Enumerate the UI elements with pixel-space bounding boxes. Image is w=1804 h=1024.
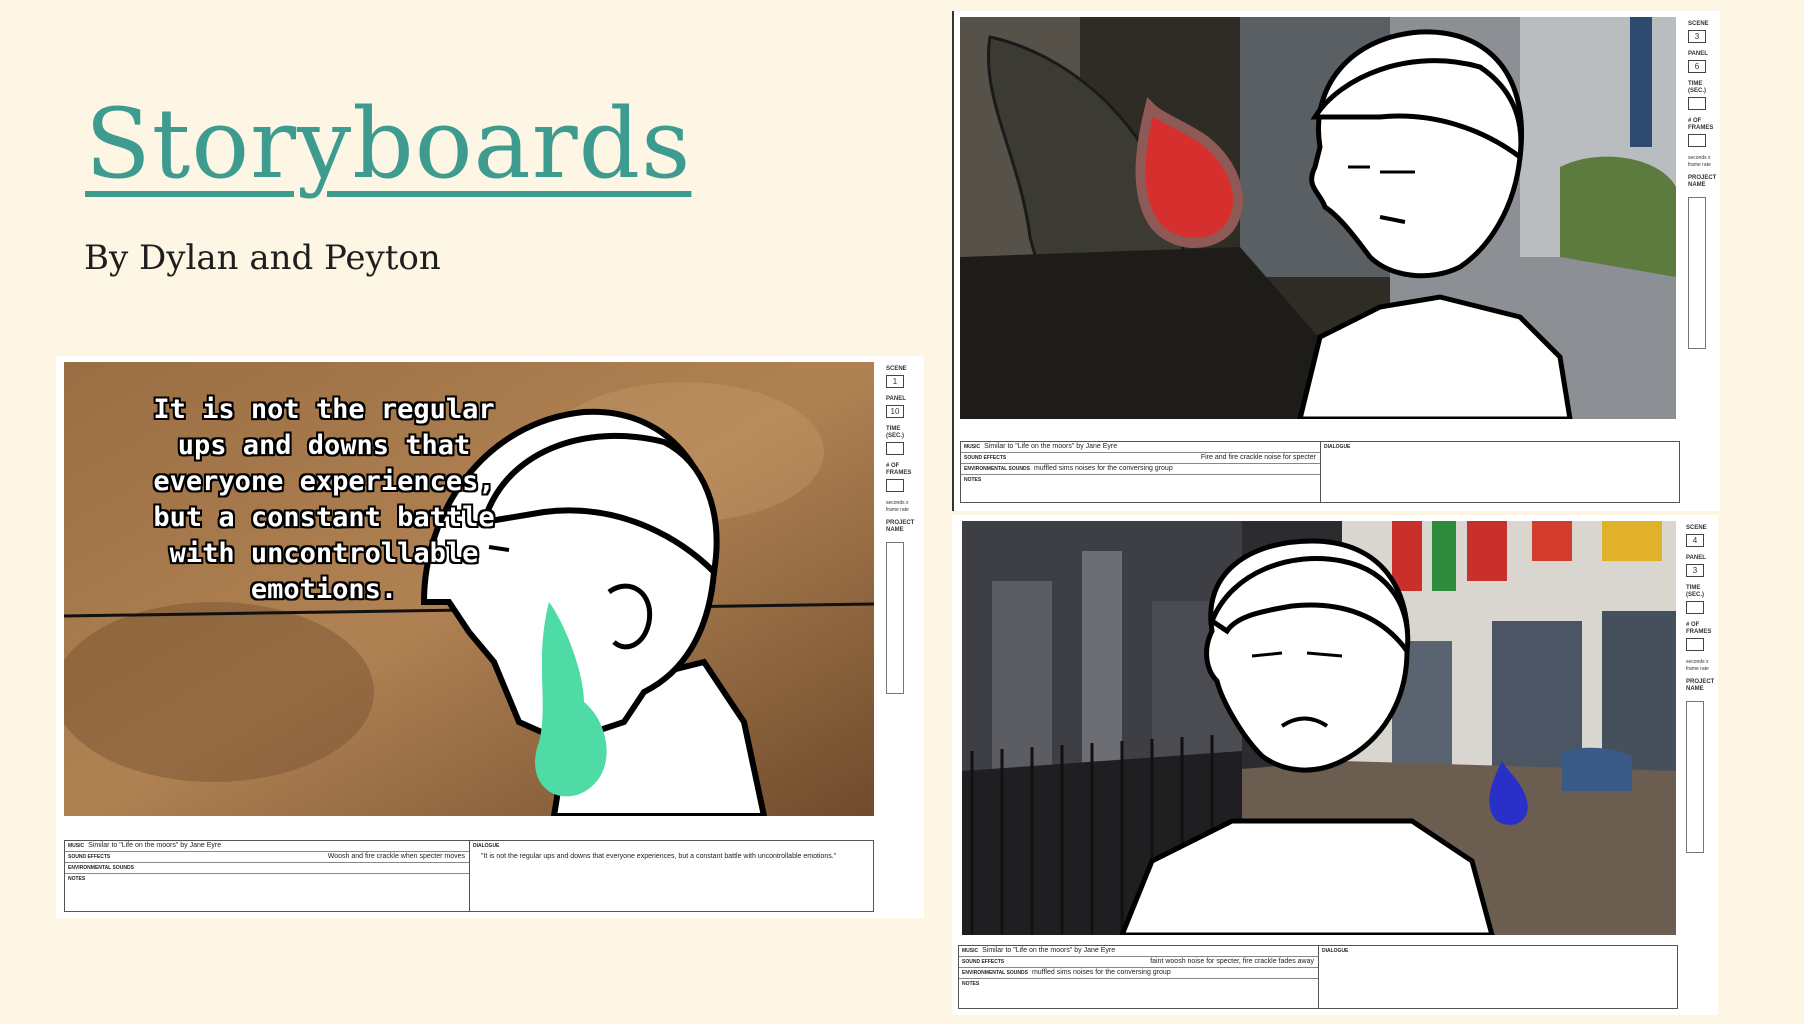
- panel-number: 3: [1686, 564, 1704, 577]
- music-value: Similar to "Life on the moors" by Jane E…: [88, 842, 222, 849]
- scene-number: 3: [1688, 30, 1706, 43]
- environmental-label: ENVIRONMENTAL SOUNDS: [964, 466, 1030, 472]
- storyboard-panel-3: SCENE 4 PANEL 3 TIME (SEC.) # OF FRAMES …: [952, 515, 1718, 1015]
- panel-illustration: [962, 521, 1676, 935]
- music-value: Similar to "Life on the moors" by Jane E…: [984, 443, 1118, 450]
- music-value: Similar to "Life on the moors" by Jane E…: [982, 947, 1116, 954]
- environmental-label: ENVIRONMENTAL SOUNDS: [962, 970, 1028, 976]
- music-label: MUSIC: [964, 444, 981, 450]
- frames-note: seconds x frame rate: [886, 500, 909, 513]
- dialogue-label: DIALOGUE: [473, 843, 500, 849]
- sound-effects-value: faint woosh noise for specter, fire crac…: [1150, 958, 1314, 965]
- frames-label: # OF FRAMES: [1688, 118, 1714, 131]
- dialogue-value: [1320, 452, 1679, 456]
- environmental-label: ENVIRONMENTAL SOUNDS: [68, 865, 134, 871]
- notes-label: NOTES: [68, 876, 86, 882]
- panel-illustration: It is not the regular ups and downs that…: [64, 362, 874, 816]
- panel-illustration: [960, 17, 1676, 419]
- scene-number: 1: [886, 375, 904, 388]
- dialogue-label: DIALOGUE: [1324, 444, 1351, 450]
- notes-label: NOTES: [964, 477, 982, 483]
- project-box: [1688, 197, 1706, 349]
- time-box: [886, 442, 904, 455]
- environmental-value: muffled sims noises for the conversing g…: [1033, 465, 1173, 472]
- frames-box: [886, 479, 904, 492]
- panel-number: 10: [886, 405, 904, 418]
- frames-box: [1686, 638, 1704, 651]
- panel-info-sidebar: SCENE 4 PANEL 3 TIME (SEC.) # OF FRAMES …: [1686, 525, 1715, 853]
- time-box: [1686, 601, 1704, 614]
- time-label: TIME (SEC.): [1688, 81, 1706, 94]
- panel-notes-table: MUSIC Similar to "Life on the moors" by J…: [958, 945, 1678, 1009]
- scene-label: SCENE: [886, 366, 907, 372]
- scene-label: SCENE: [1686, 525, 1707, 531]
- panel-label: PANEL: [1686, 555, 1706, 561]
- panel-number: 6: [1688, 60, 1706, 73]
- frames-note: seconds x frame rate: [1688, 155, 1711, 168]
- project-label: PROJECT NAME: [1686, 679, 1715, 692]
- panel-notes-table: MUSIC Similar to "Life on the moors" by J…: [960, 441, 1680, 503]
- project-box: [886, 542, 904, 694]
- sound-effects-label: SOUND EFFECTS: [68, 854, 111, 860]
- frames-label: # OF FRAMES: [886, 463, 912, 476]
- time-label: TIME (SEC.): [886, 426, 904, 439]
- notes-label: NOTES: [962, 981, 980, 987]
- music-label: MUSIC: [962, 948, 979, 954]
- sound-effects-value: Fire and fire crackle noise for specter: [1200, 454, 1316, 461]
- dialogue-label: DIALOGUE: [1322, 948, 1349, 954]
- dialogue-value: "It is not the regular ups and downs tha…: [481, 853, 837, 860]
- project-box: [1686, 701, 1704, 853]
- environmental-value: muffled sims noises for the conversing g…: [1031, 969, 1171, 976]
- time-label: TIME (SEC.): [1686, 585, 1704, 598]
- panel-info-sidebar: SCENE 1 PANEL 10 TIME (SEC.) # OF FRAMES…: [886, 366, 914, 694]
- storyboard-panel-1: It is not the regular ups and downs that…: [56, 356, 924, 918]
- panel-info-sidebar: SCENE 3 PANEL 6 TIME (SEC.) # OF FRAMES …: [1688, 21, 1717, 349]
- frames-label: # OF FRAMES: [1686, 622, 1712, 635]
- sound-effects-value: Woosh and fire crackle when specter move…: [327, 853, 465, 860]
- storyboard-panel-2: SCENE 3 PANEL 6 TIME (SEC.) # OF FRAMES …: [952, 11, 1720, 511]
- dialogue-value: [1318, 956, 1677, 960]
- time-box: [1688, 97, 1706, 110]
- frames-note: seconds x frame rate: [1686, 659, 1709, 672]
- panel-notes-table: MUSIC Similar to "Life on the moors" by J…: [64, 840, 874, 912]
- illustration-svg: [962, 521, 1676, 935]
- music-label: MUSIC: [68, 843, 85, 849]
- panel-label: PANEL: [886, 396, 906, 402]
- slide-title: Storyboards: [85, 88, 692, 200]
- scene-number: 4: [1686, 534, 1704, 547]
- panel-label: PANEL: [1688, 51, 1708, 57]
- scene-label: SCENE: [1688, 21, 1709, 27]
- sound-effects-label: SOUND EFFECTS: [964, 455, 1007, 461]
- illustration-svg: [960, 17, 1676, 419]
- project-label: PROJECT NAME: [1688, 175, 1717, 188]
- project-label: PROJECT NAME: [886, 520, 915, 533]
- frames-box: [1688, 134, 1706, 147]
- panel-caption: It is not the regular ups and downs that…: [153, 394, 495, 605]
- slide-byline: By Dylan and Peyton: [84, 238, 441, 278]
- sound-effects-label: SOUND EFFECTS: [962, 959, 1005, 965]
